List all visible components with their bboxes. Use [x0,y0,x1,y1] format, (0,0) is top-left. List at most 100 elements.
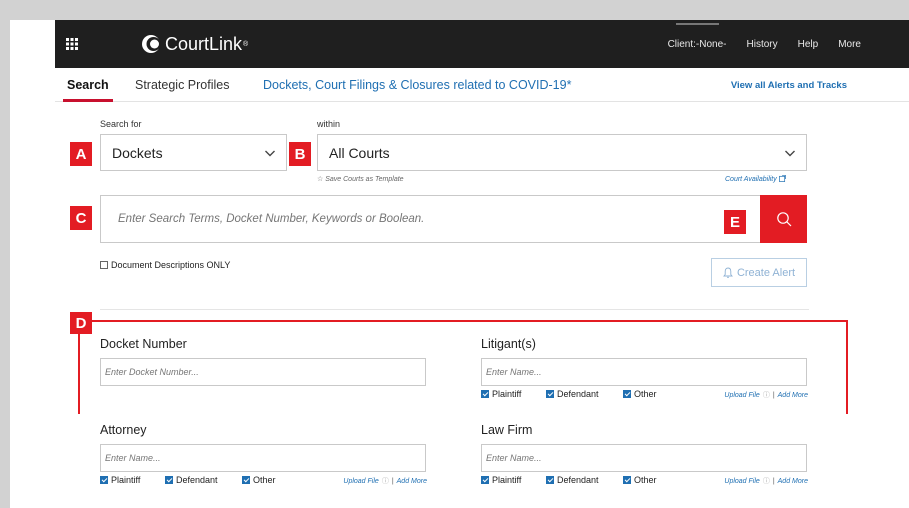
docket-number-input[interactable] [100,358,426,386]
law-firm-title: Law Firm [481,423,533,437]
attorney-title: Attorney [100,423,147,437]
checkbox-checked[interactable] [100,476,108,484]
nav-help[interactable]: Help [798,39,819,50]
nav-more[interactable]: More [838,39,861,50]
upload-file-link[interactable]: Upload File [724,478,759,485]
litigants-other-checkbox[interactable]: Other [623,389,657,399]
litigants-role-row: Plaintiff Defendant Other Upload File ⓘ … [481,389,808,401]
annotation-line-left [78,334,80,414]
link-separator: | [772,391,775,399]
document-descriptions-only-label: Document Descriptions ONLY [111,260,231,270]
annotation-line-top [92,320,848,322]
attorney-input[interactable] [100,444,426,472]
brand-name: CourtLink [165,33,243,54]
checkbox-checked[interactable] [623,476,631,484]
create-alert-button[interactable]: Create Alert [711,258,807,287]
checkbox-unchecked[interactable] [100,261,108,269]
external-link-icon [778,175,786,182]
law-firm-plaintiff-checkbox[interactable]: Plaintiff [481,475,521,485]
search-terms-input[interactable] [100,195,760,243]
within-courts-select[interactable]: All Courts [317,134,807,171]
checkbox-checked[interactable] [546,390,554,398]
search-button[interactable] [760,195,807,243]
top-navbar: CourtLink ® Client:-None- History Help Mo… [55,20,909,68]
attorney-role-row: Plaintiff Defendant Other Upload File ⓘ … [100,475,427,487]
chevron-down-icon [785,150,795,156]
court-availability-link[interactable]: Court Availability [725,175,786,183]
within-label: within [317,119,341,129]
attorney-plaintiff-checkbox[interactable]: Plaintiff [100,475,140,485]
docket-number-title: Docket Number [100,337,187,351]
checkbox-checked[interactable] [623,390,631,398]
courtlink-logo[interactable]: CourtLink ® [141,20,248,68]
create-alert-label: Create Alert [736,266,796,279]
link-separator: | [772,477,775,485]
law-firm-other-checkbox[interactable]: Other [623,475,657,485]
attorney-defendant-checkbox[interactable]: Defendant [165,475,218,485]
annotation-line-right [846,320,848,414]
plaintiff-label: Plaintiff [111,475,141,485]
plaintiff-label: Plaintiff [492,475,522,485]
checkbox-checked[interactable] [481,476,489,484]
tab-bar: Search Strategic Profiles Dockets, Court… [55,68,909,102]
defendant-label: Defendant [557,389,599,399]
app-grid-button[interactable] [55,20,89,68]
info-icon[interactable]: ⓘ [763,390,770,400]
other-label: Other [634,475,657,485]
law-firm-links: Upload File ⓘ | Add More [724,476,808,486]
nav-history[interactable]: History [747,39,778,50]
litigants-links: Upload File ⓘ | Add More [724,390,808,400]
upload-file-link[interactable]: Upload File [724,392,759,399]
tab-strategic-profiles[interactable]: Strategic Profiles [135,78,229,92]
search-for-label: Search for [100,119,142,129]
litigants-plaintiff-checkbox[interactable]: Plaintiff [481,389,521,399]
document-descriptions-only-checkbox[interactable]: Document Descriptions ONLY [100,260,230,270]
courtlink-logo-icon [142,35,161,53]
checkbox-checked[interactable] [242,476,250,484]
save-courts-template-link[interactable]: ☆ Save Courts as Template [317,175,404,183]
add-more-link[interactable]: Add More [778,478,808,485]
search-for-select[interactable]: Dockets [100,134,287,171]
litigants-title: Litigant(s) [481,337,536,351]
bell-icon [723,267,733,278]
callout-badge-e: E [724,210,746,234]
plaintiff-label: Plaintiff [492,389,522,399]
tab-search[interactable]: Search [63,78,113,102]
add-more-link[interactable]: Add More [778,392,808,399]
callout-badge-b: B [289,142,311,166]
attorney-other-checkbox[interactable]: Other [242,475,276,485]
callout-badge-c: C [70,206,92,230]
add-more-link[interactable]: Add More [397,478,427,485]
litigants-defendant-checkbox[interactable]: Defendant [546,389,599,399]
law-firm-role-row: Plaintiff Defendant Other Upload File ⓘ … [481,475,808,487]
view-alerts-link[interactable]: View all Alerts and Tracks [731,80,847,91]
court-availability-label: Court Availability [725,176,777,183]
within-value: All Courts [329,144,390,161]
law-firm-input[interactable] [481,444,807,472]
checkbox-checked[interactable] [546,476,554,484]
checkbox-checked[interactable] [165,476,173,484]
upload-file-link[interactable]: Upload File [343,478,378,485]
defendant-label: Defendant [557,475,599,485]
callout-badge-d: D [70,312,92,334]
navbar-menu: Client:-None- History Help More [668,20,861,68]
info-icon[interactable]: ⓘ [382,476,389,486]
nav-client[interactable]: Client:-None- [668,22,727,50]
checkbox-checked[interactable] [481,390,489,398]
other-label: Other [253,475,276,485]
litigants-input[interactable] [481,358,807,386]
grid-icon [66,38,78,50]
search-icon [776,212,791,227]
section-divider [100,309,809,310]
defendant-label: Defendant [176,475,218,485]
law-firm-defendant-checkbox[interactable]: Defendant [546,475,599,485]
tab-covid-dockets[interactable]: Dockets, Court Filings & Closures relate… [263,78,571,92]
attorney-links: Upload File ⓘ | Add More [343,476,427,486]
brand-registered-mark: ® [243,40,249,48]
search-for-value: Dockets [112,144,163,161]
app-frame: CourtLink ® Client:-None- History Help Mo… [10,20,909,508]
info-icon[interactable]: ⓘ [763,476,770,486]
callout-badge-a: A [70,142,92,166]
other-label: Other [634,389,657,399]
chevron-down-icon [265,150,275,156]
